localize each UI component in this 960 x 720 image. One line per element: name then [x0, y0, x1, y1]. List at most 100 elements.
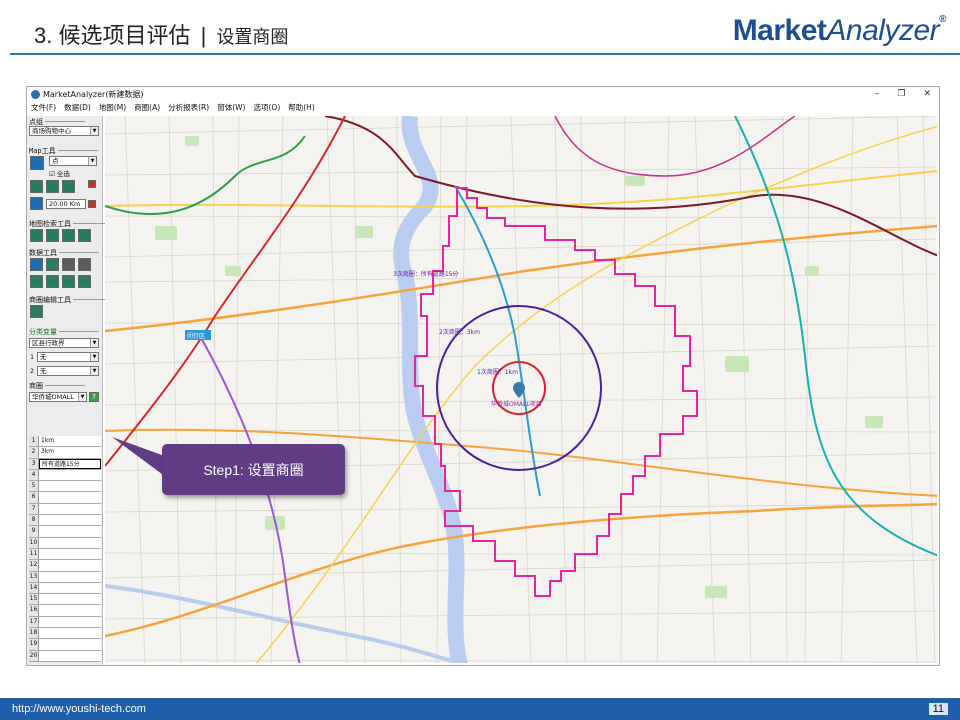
- tradearea-row[interactable]: 20: [29, 650, 101, 662]
- tradearea-row[interactable]: 10: [29, 537, 101, 549]
- area-search-icon[interactable]: [46, 229, 59, 242]
- var1-select[interactable]: 无 ▼: [37, 352, 99, 362]
- metro-red: [105, 116, 346, 467]
- menu-help[interactable]: 帮助(H): [288, 102, 315, 113]
- menu-options[interactable]: 选项(O): [253, 102, 280, 113]
- menu-reports[interactable]: 分析报表(R): [168, 102, 209, 113]
- row-value[interactable]: [39, 548, 101, 560]
- tradearea-edit-icon[interactable]: [30, 305, 43, 318]
- menu-data[interactable]: 数据(D): [64, 102, 91, 113]
- help-icon[interactable]: ?: [89, 392, 99, 402]
- tradearea-row[interactable]: 7: [29, 503, 101, 516]
- search-icon[interactable]: [30, 229, 43, 242]
- route-search-icon[interactable]: [78, 229, 91, 242]
- tradearea-row[interactable]: 17: [29, 616, 101, 629]
- tradearea-row[interactable]: 11: [29, 548, 101, 561]
- tradearea-row[interactable]: 6: [29, 492, 101, 504]
- pointer-icon[interactable]: [30, 197, 43, 210]
- list-icon[interactable]: [62, 275, 75, 288]
- point-group-select[interactable]: 商场购物中心 ▼: [29, 126, 99, 136]
- tradearea-row[interactable]: 1 1km: [29, 436, 101, 448]
- brand-strong: Market: [732, 14, 827, 47]
- minor-road: [105, 610, 937, 620]
- tradearea-row[interactable]: 19: [29, 639, 101, 651]
- edit-data-icon[interactable]: [46, 258, 59, 271]
- footer-url[interactable]: http://www.youshi-tech.com: [12, 703, 146, 715]
- row-value[interactable]: 3km: [39, 447, 101, 458]
- tradearea-row[interactable]: 12: [29, 560, 101, 572]
- tradearea-edit-label: 商圈编辑工具: [29, 296, 113, 304]
- help-icon-text: ?: [92, 393, 96, 401]
- grid-icon[interactable]: [30, 275, 43, 288]
- tradearea-row[interactable]: 13: [29, 571, 101, 583]
- menu-tradearea[interactable]: 商圈(A): [134, 102, 160, 113]
- tradearea-row[interactable]: 14: [29, 582, 101, 595]
- row-value[interactable]: [39, 492, 101, 503]
- map-search-label: 地图检索工具: [29, 220, 113, 228]
- row-value[interactable]: [39, 582, 101, 594]
- chevron-down-icon: ▼: [90, 367, 98, 375]
- menu-file[interactable]: 文件(F): [31, 102, 56, 113]
- tradearea-select[interactable]: 华侨城OMALL ▼: [29, 392, 87, 402]
- row-number: 18: [29, 628, 39, 639]
- row-value[interactable]: [39, 526, 101, 537]
- import-icon[interactable]: [78, 275, 91, 288]
- red-flag-icon[interactable]: [88, 200, 96, 208]
- slide-title-main: 3. 候选项目评估: [34, 23, 191, 48]
- map-view[interactable]: 闵行区 3次商圈：所有道路15分 2次商圈：3km 1次商圈：1km 华侨城OM…: [105, 116, 937, 663]
- row-value[interactable]: [39, 560, 101, 571]
- select-all-checkbox[interactable]: ☑ 全选: [49, 168, 70, 178]
- tradearea-row[interactable]: 5: [29, 481, 101, 493]
- print-icon[interactable]: [78, 258, 91, 271]
- chart-icon[interactable]: [62, 258, 75, 271]
- minor-road: [105, 215, 937, 219]
- distance-field[interactable]: 20.00 Km: [46, 199, 86, 209]
- title-rule: [10, 53, 960, 55]
- row-value[interactable]: [39, 594, 101, 605]
- distance-unit: Km: [69, 200, 81, 208]
- tradearea-row[interactable]: 16: [29, 605, 101, 617]
- row-value[interactable]: [39, 639, 101, 650]
- menu-map[interactable]: 地图(M): [99, 102, 126, 113]
- tradearea-row[interactable]: 18: [29, 628, 101, 640]
- map-canvas[interactable]: 闵行区 3次商圈：所有道路15分 2次商圈：3km 1次商圈：1km 华侨城OM…: [105, 116, 937, 663]
- row-number: 19: [29, 639, 39, 650]
- label-3km: 2次商圈：3km: [439, 328, 480, 336]
- map-tool-select[interactable]: 点 ▼: [49, 156, 97, 166]
- red-flag-icon[interactable]: [88, 180, 96, 188]
- maximize-button[interactable]: ❐: [897, 89, 905, 99]
- row-value[interactable]: [39, 503, 101, 515]
- var2-select[interactable]: 无 ▼: [37, 366, 99, 376]
- tradearea-row[interactable]: 4: [29, 469, 101, 482]
- row-value[interactable]: [39, 628, 101, 639]
- minimize-button[interactable]: –: [875, 89, 880, 99]
- row-value[interactable]: 所有道路15分: [39, 458, 101, 469]
- tradearea-row[interactable]: 9: [29, 526, 101, 538]
- measure-icon[interactable]: [62, 180, 75, 193]
- row-value[interactable]: [39, 537, 101, 548]
- slide-footer: http://www.youshi-tech.com 11: [0, 698, 960, 720]
- zoom-icon[interactable]: [30, 156, 44, 170]
- road-yellow-1: [105, 170, 937, 208]
- row-value[interactable]: [39, 481, 101, 492]
- row-value[interactable]: [39, 469, 101, 481]
- close-button[interactable]: ✕: [923, 89, 931, 99]
- export-icon[interactable]: [46, 275, 59, 288]
- table-icon[interactable]: [30, 258, 43, 271]
- tradearea-row[interactable]: 3 所有道路15分: [29, 458, 101, 470]
- row-value[interactable]: [39, 571, 101, 582]
- layer-search-icon[interactable]: [62, 229, 75, 242]
- row-value[interactable]: [39, 616, 101, 628]
- row-value[interactable]: [39, 515, 101, 526]
- row-value[interactable]: [39, 605, 101, 616]
- map-select-icon[interactable]: [46, 180, 59, 193]
- pan-hand-icon[interactable]: [30, 180, 43, 193]
- row-value[interactable]: 1km: [39, 436, 101, 447]
- row-value[interactable]: [39, 650, 101, 661]
- tradearea-row[interactable]: 8: [29, 515, 101, 527]
- tradearea-row[interactable]: 2 3km: [29, 447, 101, 459]
- classify-select[interactable]: 区县行政界 ▼: [29, 338, 99, 348]
- menu-window[interactable]: 窗体(W): [217, 102, 245, 113]
- tradearea-row[interactable]: 15: [29, 594, 101, 606]
- var1-num: 1: [30, 353, 35, 361]
